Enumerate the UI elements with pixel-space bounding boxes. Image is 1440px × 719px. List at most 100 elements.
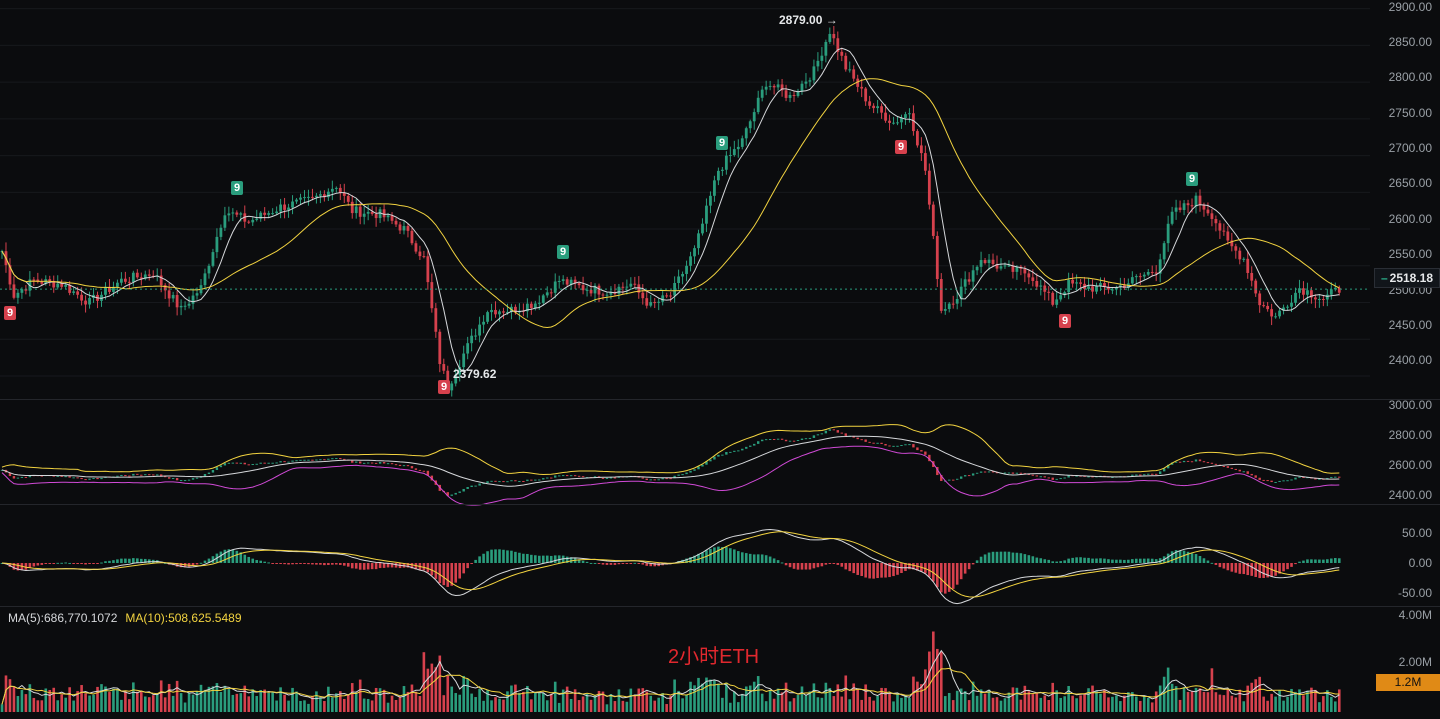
volume-bar [518, 692, 521, 712]
boll-candle [466, 487, 469, 489]
macd-histogram-bar [824, 563, 828, 565]
candle-body [1130, 277, 1134, 284]
candle-body [462, 353, 466, 368]
macd-histogram-bar [760, 554, 764, 563]
macd-histogram-bar [100, 562, 103, 564]
candle-body [1047, 291, 1051, 293]
candle-body [207, 265, 211, 274]
boll-candle [207, 472, 211, 474]
volume-bar [227, 689, 231, 712]
candle-body [824, 41, 828, 56]
volume-bar [418, 696, 422, 712]
candle-body [1238, 250, 1242, 260]
chart-caption: 2小时ETH [668, 646, 760, 668]
macd-histogram-bar [315, 563, 318, 565]
boll-candle [745, 446, 748, 449]
candle-body [717, 170, 720, 181]
volume-bar [717, 683, 720, 712]
volume-bar [1099, 693, 1102, 712]
volume-bar [1330, 696, 1333, 712]
boll-candle [569, 475, 573, 477]
volume-bar [434, 667, 438, 712]
macd-histogram-bar [370, 563, 374, 570]
volume-bar [1250, 682, 1254, 712]
volume-bar [1071, 695, 1074, 712]
volume-bar [100, 684, 103, 712]
volume-bar [939, 651, 943, 712]
volume-bar [824, 682, 828, 712]
boll-candle [1135, 474, 1138, 476]
volume-bar [410, 684, 414, 712]
boll-candle [287, 461, 290, 463]
volume-bar [1254, 679, 1257, 712]
candle-body [120, 278, 123, 283]
volume-bar [112, 688, 115, 712]
candle-body [215, 236, 219, 253]
boll-candle [16, 477, 20, 479]
volume-bar [1246, 685, 1250, 712]
candle-body [1210, 213, 1214, 219]
volume-bar [1075, 698, 1078, 712]
boll-candle [175, 478, 179, 481]
candle-body [1003, 265, 1007, 267]
boll-candle [402, 465, 406, 467]
boll-candle [454, 492, 457, 495]
candle-body [1087, 286, 1090, 289]
boll-candle [920, 450, 923, 452]
macd-histogram-bar [621, 563, 625, 564]
boll-candle [458, 491, 461, 493]
high-annotation: 2879.00 → [779, 13, 838, 27]
volume-bar [697, 677, 700, 712]
volume-bar [701, 683, 704, 712]
candle-body [48, 279, 52, 281]
volume-bar [199, 684, 203, 712]
volume-bar [1135, 696, 1138, 712]
volume-bar [16, 696, 20, 712]
candle-body [80, 294, 83, 301]
volume-bar [394, 699, 398, 712]
volume-bar [251, 689, 255, 712]
macd-histogram-bar [820, 563, 824, 567]
boll-candle [1234, 468, 1237, 470]
macd-histogram-bar [852, 563, 856, 574]
candle-body [828, 33, 832, 42]
boll-candle [1043, 476, 1046, 478]
volume-bar [502, 699, 505, 712]
volume-bar [812, 683, 816, 712]
candle-body [816, 60, 820, 67]
candle-body [1178, 207, 1182, 210]
boll-candle [713, 456, 716, 460]
boll-candle [1007, 472, 1011, 474]
macd-histogram-bar [1298, 561, 1301, 563]
boll-candle [96, 478, 99, 480]
macd-histogram-bar [438, 563, 442, 584]
candle-body [1170, 211, 1174, 224]
volume-bar [840, 696, 844, 712]
macd-histogram-bar [1234, 563, 1238, 573]
chart-stage[interactable]: 2900.00 2850.00 2800.00 2750.00 2700.00 … [0, 0, 1440, 714]
td-marker: 9 [231, 181, 243, 195]
macd-histogram-bar [48, 563, 52, 564]
candle-body [784, 90, 788, 98]
candle-body [334, 187, 338, 189]
boll-candle [1059, 478, 1062, 480]
candle-body [888, 120, 891, 123]
volume-bar [665, 704, 668, 712]
candle-body [330, 188, 334, 192]
volume-bar [1115, 695, 1118, 712]
candle-body [585, 289, 589, 291]
candle-body [1150, 271, 1154, 273]
candle-body [748, 121, 752, 129]
boll-candle [1158, 471, 1162, 475]
candle-body [223, 215, 227, 228]
volume-bar [860, 699, 863, 712]
boll-candle [1274, 482, 1277, 484]
boll-candle [1242, 471, 1245, 473]
volume-bar [1294, 691, 1297, 712]
volume-bar [577, 700, 581, 712]
macd-histogram-bar [764, 555, 768, 563]
boll-candle [171, 478, 175, 480]
macd-histogram-bar [1099, 558, 1102, 563]
candle-body [287, 207, 290, 210]
volume-bar [159, 680, 163, 712]
